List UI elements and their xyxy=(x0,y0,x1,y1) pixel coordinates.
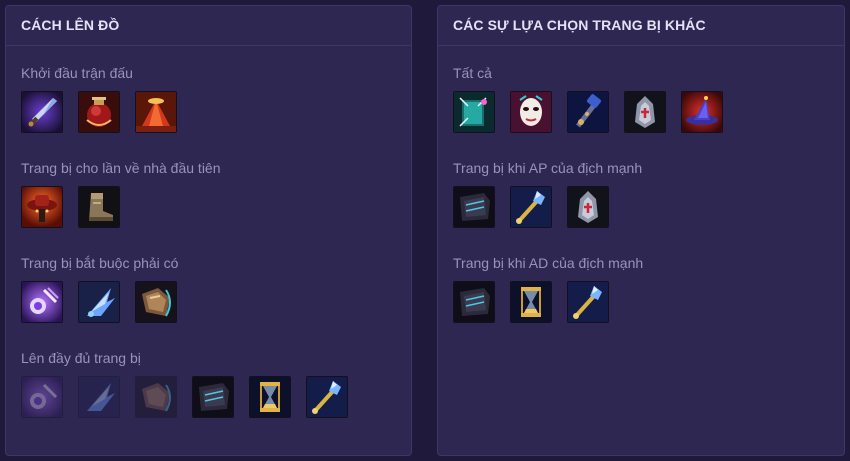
section-first-back: Trang bị cho lần về nhà đầu tiên xyxy=(21,159,221,228)
blue-staff-item-icon[interactable] xyxy=(567,91,609,133)
blue-wing-item-icon[interactable] xyxy=(78,281,120,323)
build-guide-panel: CÁCH LÊN ĐỒ Khởi đầu trận đấu Trang bị c… xyxy=(5,5,412,456)
armored-gauntlet-item-icon[interactable] xyxy=(135,376,177,418)
witch-hat-item-icon[interactable] xyxy=(681,91,723,133)
section-vs-ad: Trang bị khi AD của địch mạnh xyxy=(453,254,643,323)
section-all: Tất cả xyxy=(453,64,738,133)
alternative-items-title: CÁC SỰ LỰA CHỌN TRANG BỊ KHÁC xyxy=(438,6,844,46)
armored-gauntlet-item-icon[interactable] xyxy=(135,281,177,323)
dark-plate-item-icon[interactable] xyxy=(453,186,495,228)
purple-orb-item-icon[interactable] xyxy=(21,376,63,418)
section-full-build: Lên đầy đủ trang bị xyxy=(21,349,363,418)
dagger-item-icon[interactable] xyxy=(21,91,63,133)
section-title: Trang bị khi AD của địch mạnh xyxy=(453,255,644,271)
section-title: Trang bị khi AP của địch mạnh xyxy=(453,160,643,176)
purple-orb-item-icon[interactable] xyxy=(21,281,63,323)
section-title: Tất cả xyxy=(453,65,492,81)
hourglass-item-icon[interactable] xyxy=(510,281,552,323)
boots-item-icon[interactable] xyxy=(78,186,120,228)
red-totem-item-icon[interactable] xyxy=(135,91,177,133)
dark-plate-item-icon[interactable] xyxy=(453,281,495,323)
section-vs-ap: Trang bị khi AP của địch mạnh xyxy=(453,159,642,228)
crimson-potion-item-icon[interactable] xyxy=(78,91,120,133)
section-title: Khởi đầu trận đấu xyxy=(21,65,133,81)
alternative-items-panel: CÁC SỰ LỰA CHỌN TRANG BỊ KHÁC Tất cả Tra… xyxy=(437,5,845,456)
white-mask-item-icon[interactable] xyxy=(510,91,552,133)
section-core-items: Trang bị bắt buộc phải có xyxy=(21,254,192,323)
silver-helm-item-icon[interactable] xyxy=(624,91,666,133)
crystal-scepter-item-icon[interactable] xyxy=(510,186,552,228)
section-title: Trang bị bắt buộc phải có xyxy=(21,255,179,271)
section-starting-items: Khởi đầu trận đấu xyxy=(21,64,192,133)
crystal-scepter-item-icon[interactable] xyxy=(306,376,348,418)
dark-plate-item-icon[interactable] xyxy=(192,376,234,418)
hourglass-item-icon[interactable] xyxy=(249,376,291,418)
crystal-scepter-item-icon[interactable] xyxy=(567,281,609,323)
silver-helm-item-icon[interactable] xyxy=(567,186,609,228)
build-guide-title: CÁCH LÊN ĐỒ xyxy=(6,6,411,46)
blue-wing-item-icon[interactable] xyxy=(78,376,120,418)
red-hat-item-icon[interactable] xyxy=(21,186,63,228)
teal-book-item-icon[interactable] xyxy=(453,91,495,133)
section-title: Trang bị cho lần về nhà đầu tiên xyxy=(21,160,221,176)
section-title: Lên đầy đủ trang bị xyxy=(21,350,141,366)
